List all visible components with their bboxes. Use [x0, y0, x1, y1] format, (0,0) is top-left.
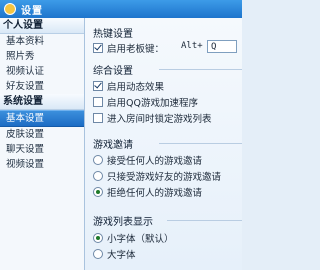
- sidebar-item-video-verify[interactable]: 视频认证: [0, 64, 84, 79]
- small-font-radio[interactable]: [93, 233, 103, 243]
- small-font-label: 小字体（默认）: [107, 234, 174, 245]
- option-dynamic-effects[interactable]: 启用动态效果: [93, 79, 164, 93]
- boss-key-label: 启用老板键：: [107, 44, 165, 55]
- dynamic-effects-label: 启用动态效果: [107, 82, 165, 93]
- accept-all-radio[interactable]: [93, 155, 103, 165]
- game-accelerator-checkbox[interactable]: [93, 97, 103, 107]
- hotkey-prefix: Alt+: [181, 41, 203, 51]
- window-title: 设置: [21, 5, 43, 17]
- sidebar-item-friend-settings[interactable]: 好友设置: [0, 79, 84, 94]
- section-divider: [159, 143, 242, 144]
- option-small-font[interactable]: 小字体（默认）: [93, 231, 174, 245]
- accept-all-label: 接受任何人的游戏邀请: [107, 156, 203, 167]
- sidebar-group-personal[interactable]: 个人设置: [0, 18, 84, 34]
- list-section-title: 游戏列表显示: [93, 217, 153, 228]
- sidebar-item-chat-settings[interactable]: 聊天设置: [0, 142, 84, 157]
- boss-key-option[interactable]: 启用老板键：: [93, 41, 164, 55]
- settings-panel: 热键设置 启用老板键： Alt+ Q 综合设置 启用动态效果 启用QQ游戏加速程…: [85, 18, 242, 270]
- hotkey-input[interactable]: Q: [207, 40, 237, 53]
- sidebar-item-skin-settings[interactable]: 皮肤设置: [0, 127, 84, 142]
- large-font-label: 大字体: [107, 250, 136, 261]
- sidebar-item-basic-info[interactable]: 基本资料: [0, 34, 84, 49]
- lock-game-list-label: 进入房间时锁定游戏列表: [107, 114, 212, 125]
- option-game-accelerator[interactable]: 启用QQ游戏加速程序: [93, 95, 198, 109]
- accept-friends-radio[interactable]: [93, 171, 103, 181]
- sidebar: 个人设置 基本资料 照片秀 视频认证 好友设置 系统设置 基本设置 皮肤设置 聊…: [0, 18, 85, 270]
- general-section-title: 综合设置: [93, 66, 133, 77]
- section-divider: [167, 220, 242, 221]
- sidebar-item-video-settings[interactable]: 视频设置: [0, 157, 84, 172]
- sidebar-item-basic-settings[interactable]: 基本设置: [0, 110, 84, 127]
- game-accelerator-label: 启用QQ游戏加速程序: [107, 98, 198, 109]
- option-accept-friend-invites[interactable]: 只接受游戏好友的游戏邀请: [93, 169, 221, 183]
- hotkey-section-title: 热键设置: [93, 29, 133, 40]
- accept-friends-label: 只接受游戏好友的游戏邀请: [107, 172, 222, 183]
- app-icon: [4, 3, 16, 15]
- dynamic-effects-checkbox[interactable]: [93, 81, 103, 91]
- boss-key-checkbox[interactable]: [93, 43, 103, 53]
- invite-section-title: 游戏邀请: [93, 140, 133, 151]
- title-bar: 设置: [0, 0, 242, 18]
- reject-all-radio[interactable]: [93, 187, 103, 197]
- section-divider: [159, 69, 242, 70]
- option-lock-game-list[interactable]: 进入房间时锁定游戏列表: [93, 111, 212, 125]
- sidebar-group-system[interactable]: 系统设置: [0, 94, 84, 110]
- reject-all-label: 拒绝任何人的游戏邀请: [107, 188, 203, 199]
- option-accept-all-invites[interactable]: 接受任何人的游戏邀请: [93, 153, 202, 167]
- sidebar-item-photo-show[interactable]: 照片秀: [0, 49, 84, 64]
- option-reject-all-invites[interactable]: 拒绝任何人的游戏邀请: [93, 185, 202, 199]
- option-large-font[interactable]: 大字体: [93, 247, 136, 261]
- lock-game-list-checkbox[interactable]: [93, 113, 103, 123]
- large-font-radio[interactable]: [93, 249, 103, 259]
